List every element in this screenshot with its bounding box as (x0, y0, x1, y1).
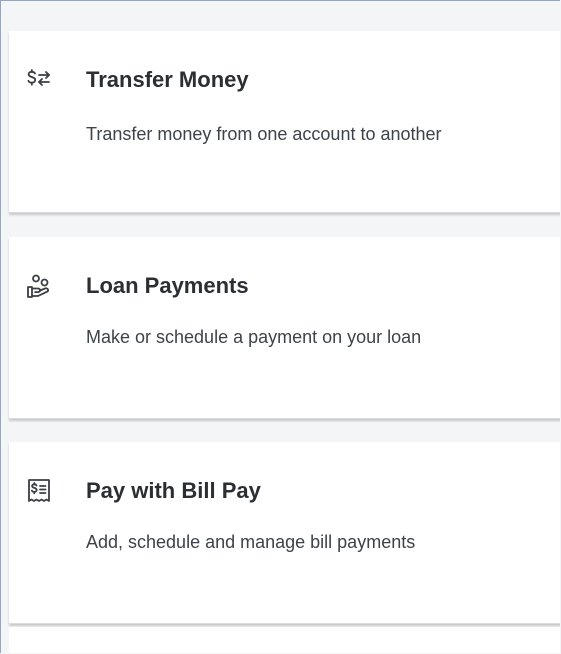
actions-panel: Transfer Money Transfer money from one a… (0, 0, 560, 653)
bill-pay-description: Add, schedule and manage bill payments (86, 532, 416, 552)
loan-payment-icon (26, 273, 52, 299)
transfer-money-description: Transfer money from one account to anoth… (86, 124, 442, 144)
transfer-money-card[interactable]: Transfer Money Transfer money from one a… (9, 31, 560, 213)
loan-payments-title[interactable]: Loan Payments (86, 273, 249, 299)
loan-payments-card[interactable]: Loan Payments Make or schedule a payment… (9, 237, 560, 419)
bill-pay-card[interactable]: Pay with Bill Pay Add, schedule and mana… (9, 442, 560, 624)
next-card-partial (9, 627, 560, 653)
transfer-money-title[interactable]: Transfer Money (86, 67, 249, 93)
bill-pay-title[interactable]: Pay with Bill Pay (86, 478, 261, 504)
transfer-money-icon (26, 67, 52, 93)
loan-payments-description: Make or schedule a payment on your loan (86, 327, 422, 347)
bill-pay-icon (26, 478, 52, 504)
